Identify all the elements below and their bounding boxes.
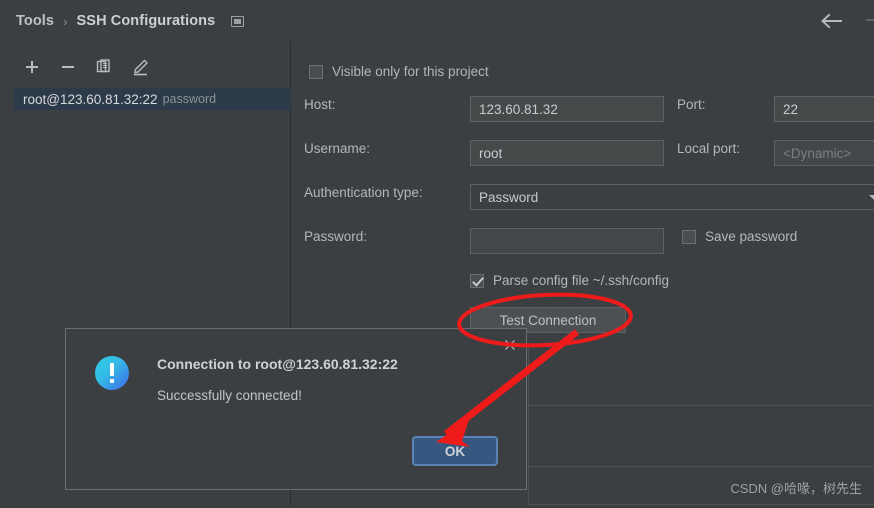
info-exclamation-icon <box>95 356 129 390</box>
host-value: 123.60.81.32 <box>479 101 558 117</box>
list-item[interactable]: root@123.60.81.32:22 password <box>14 88 291 110</box>
save-password-row: Save password <box>682 229 797 244</box>
watermark: CSDN @哈喙，树先生 <box>730 481 862 496</box>
copy-icon[interactable] <box>94 57 114 77</box>
panel-divider-vertical <box>528 347 529 505</box>
back-arrow-icon[interactable] <box>820 13 844 29</box>
local-port-label-wrap: Local port: <box>677 141 740 156</box>
username-value: root <box>479 145 503 161</box>
host-label-wrap: Host: <box>304 97 336 112</box>
minus-icon[interactable] <box>58 57 78 77</box>
port-input[interactable]: 22 <box>774 96 874 122</box>
port-label: Port: <box>677 97 706 112</box>
header-bar: Tools › SSH Configurations <box>0 0 874 41</box>
breadcrumb-current: SSH Configurations <box>76 13 216 29</box>
plus-icon[interactable] <box>22 57 42 77</box>
list-item-title: root@123.60.81.32:22 <box>23 91 158 107</box>
dialog-title: Connection to root@123.60.81.32:22 <box>157 356 398 372</box>
password-input[interactable] <box>470 228 664 254</box>
panel-divider-2 <box>528 466 874 467</box>
username-label-wrap: Username: <box>304 141 370 156</box>
save-password-label: Save password <box>705 229 798 244</box>
chevron-down-icon <box>869 195 874 200</box>
auth-type-label: Authentication type: <box>304 185 423 200</box>
password-label-wrap: Password: <box>304 229 367 244</box>
local-port-input[interactable]: <Dynamic> <box>774 140 874 166</box>
username-label: Username: <box>304 141 371 156</box>
local-port-placeholder: <Dynamic> <box>783 145 852 161</box>
connection-result-dialog: Connection to root@123.60.81.32:22 Succe… <box>65 328 527 490</box>
ok-button[interactable]: OK <box>412 436 498 466</box>
breadcrumb-separator: › <box>63 13 68 29</box>
header-edge-strip <box>866 19 874 21</box>
breadcrumb: Tools › SSH Configurations <box>16 13 245 29</box>
password-label: Password: <box>304 229 368 244</box>
pencil-icon[interactable] <box>130 57 150 77</box>
window-icon[interactable] <box>231 15 245 27</box>
close-icon[interactable] <box>502 337 518 353</box>
port-value: 22 <box>783 101 799 117</box>
list-item-subtitle: password <box>162 92 217 106</box>
panel-divider-1 <box>528 405 874 406</box>
dialog-message: Successfully connected! <box>157 388 302 403</box>
username-input[interactable]: root <box>470 140 664 166</box>
auth-type-select[interactable]: Password <box>470 184 874 210</box>
visible-only-checkbox[interactable] <box>309 64 323 79</box>
auth-type-label-wrap: Authentication type: <box>304 185 423 200</box>
local-port-label: Local port: <box>677 141 741 156</box>
auth-type-value: Password <box>479 189 539 205</box>
visible-only-row: Visible only for this project <box>309 64 489 79</box>
parse-config-checkbox[interactable] <box>470 273 484 288</box>
list-toolbar <box>22 57 150 77</box>
parse-config-row: Parse config file ~/.ssh/config <box>470 273 669 288</box>
parse-config-label: Parse config file ~/.ssh/config <box>493 273 669 288</box>
visible-only-label: Visible only for this project <box>332 64 489 79</box>
host-label: Host: <box>304 97 336 112</box>
breadcrumb-root[interactable]: Tools <box>16 13 54 29</box>
host-input[interactable]: 123.60.81.32 <box>470 96 664 122</box>
save-password-checkbox[interactable] <box>682 229 696 244</box>
port-label-wrap: Port: <box>677 97 706 112</box>
